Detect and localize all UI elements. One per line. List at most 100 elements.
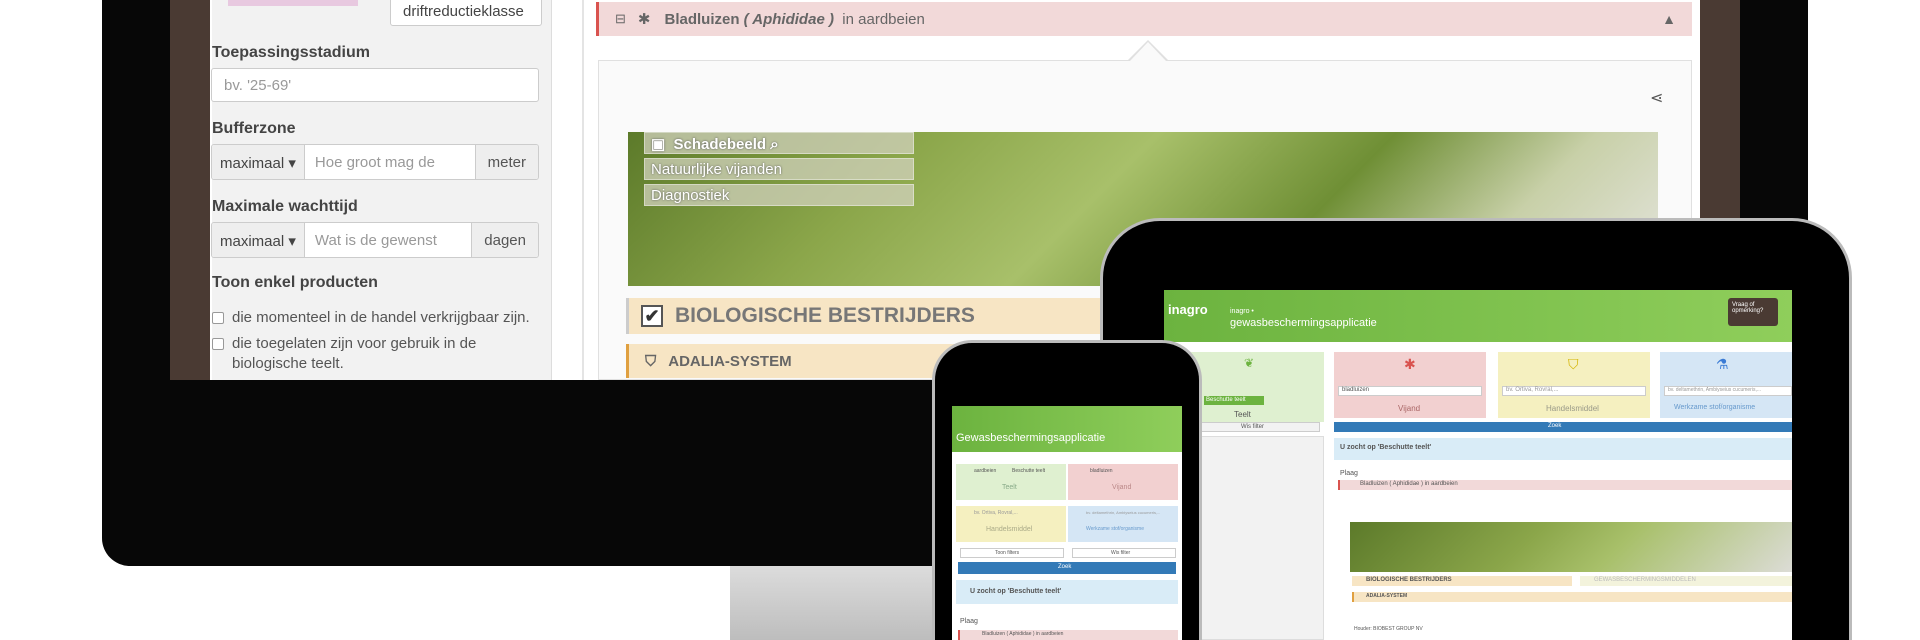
bug-icon: ✱ bbox=[637, 11, 651, 28]
main-divider bbox=[582, 0, 584, 380]
feedback-button[interactable]: Vraag of opmerking? bbox=[1728, 298, 1778, 326]
tablet-header: inagro inagro • gewasbeschermingsapplica… bbox=[1164, 290, 1792, 342]
buffer-select[interactable]: maximaal ▾ bbox=[212, 145, 305, 179]
image-icon: ▣ bbox=[651, 136, 666, 153]
tablet-gewas-bar[interactable]: GEWASBESCHERMINGSMIDDELEN bbox=[1580, 576, 1792, 586]
tablet-zoek-button[interactable]: Zoek bbox=[1334, 422, 1792, 432]
phone-werk-label: Werkzame stof/organisme bbox=[1086, 526, 1144, 532]
phone-search-note-text: U zocht op 'Beschutte teelt' bbox=[970, 588, 1062, 595]
tablet-handel-card[interactable]: ⛉ bv. Ortiva, Rovral,... Handelsmiddel bbox=[1498, 352, 1650, 418]
phone-plaag-label: Plaag bbox=[960, 618, 978, 625]
stage-input[interactable]: bv. '25-69' bbox=[211, 68, 539, 102]
phone-wis-filter[interactable]: Wis filter bbox=[1072, 548, 1176, 558]
phone-pest-text: Bladluizen ( Aphididae ) in aardbeien bbox=[982, 631, 1064, 637]
tablet-houder: Houder: BIOBEST GROUP NV bbox=[1354, 626, 1423, 632]
wait-select[interactable]: maximaal ▾ bbox=[212, 223, 305, 257]
buffer-label: Bufferzone bbox=[212, 120, 296, 137]
shield-icon: ⛉ bbox=[645, 352, 657, 370]
organic-label-1: die toegelaten zijn voor gebruik in de bbox=[232, 335, 477, 352]
buffer-unit: meter bbox=[474, 145, 538, 179]
wait-unit: dagen bbox=[471, 223, 538, 257]
tablet-logo: inagro bbox=[1168, 302, 1208, 317]
tablet-bio-bar[interactable]: BIOLOGISCHE BESTRIJDERS bbox=[1352, 576, 1572, 586]
wait-label: Maximale wachttijd bbox=[212, 198, 358, 215]
tablet-search-note-text: U zocht op 'Beschutte teelt' bbox=[1340, 444, 1432, 451]
tablet-product-text: ADALIA-SYSTEM bbox=[1366, 593, 1408, 599]
phone-teelt-select[interactable]: Beschutte teelt bbox=[1012, 468, 1045, 474]
color-swatch bbox=[228, 0, 358, 6]
buffer-group: maximaal ▾ Hoe groot mag de meter bbox=[211, 144, 539, 180]
tab-natuurlijke-vijanden[interactable]: Natuurlijke vijanden bbox=[644, 158, 914, 180]
phone-vijand-label: Vijand bbox=[1112, 484, 1132, 491]
tablet-teelt-label: Teelt bbox=[1234, 410, 1251, 419]
tab-schadebeeld[interactable]: ▣ Schadebeeld ⌕ bbox=[644, 132, 914, 154]
phone-pest-bar[interactable]: Bladluizen ( Aphididae ) in aardbeien bbox=[958, 630, 1178, 640]
tablet-gewas-text: GEWASBESCHERMINGSMIDDELEN bbox=[1594, 577, 1696, 583]
beschutte-label: Beschutte teelt bbox=[1206, 397, 1246, 403]
pest-name: Bladluizen bbox=[664, 10, 740, 28]
tablet-pest-text: Bladluizen ( Aphididae ) in aardbeien bbox=[1360, 481, 1458, 487]
phone-werk-box[interactable]: bv. deltamethrin, Ambiyseius cucumeris,.… bbox=[1068, 506, 1178, 542]
phone-zoek-button[interactable]: Zoek bbox=[958, 562, 1176, 574]
drift-reduction-button[interactable]: driftreductieklasse bbox=[390, 0, 542, 26]
tablet-handel-label: Handelsmiddel bbox=[1546, 404, 1599, 413]
tablet-plaag-label: Plaag bbox=[1340, 470, 1358, 477]
tablet-header-small: inagro • bbox=[1230, 308, 1254, 315]
phone-teelt-box[interactable]: aardbeien Beschutte teelt Teelt bbox=[956, 464, 1066, 500]
tablet-pest-bar[interactable]: Bladluizen ( Aphididae ) in aardbeien bbox=[1338, 480, 1792, 490]
bug-icon-tablet: ✱ bbox=[1404, 356, 1416, 372]
phone-toon-label: Toon filters bbox=[995, 550, 1020, 556]
tablet-werk-ph: bv. deltamethrin, Ambiyseius cucumeris,.… bbox=[1668, 387, 1761, 393]
share-icon[interactable]: ⋖ bbox=[1650, 88, 1663, 108]
phone-title: Gewasbeschermingsapplicatie bbox=[956, 432, 1106, 444]
wait-input[interactable]: Wat is de gewenst bbox=[304, 223, 472, 257]
tablet-wis-label: Wis filter bbox=[1241, 424, 1264, 430]
product-name: ADALIA-SYSTEM bbox=[668, 352, 792, 370]
bio-section-header[interactable]: ✔ BIOLOGISCHE BESTRIJDERS bbox=[626, 298, 1106, 334]
tablet-werk-card[interactable]: ⚗ bv. deltamethrin, Ambiyseius cucumeris… bbox=[1660, 352, 1792, 418]
phone-wis-label: Wis filter bbox=[1111, 550, 1131, 556]
tablet-wis-filter[interactable]: Wis filter bbox=[1200, 422, 1320, 432]
phone-zoek-label: Zoek bbox=[1058, 564, 1072, 570]
phone-handel-ph: bv. Ortiva, Rovral,... bbox=[974, 510, 1018, 516]
chevron-up-icon[interactable]: ▲ bbox=[1662, 11, 1676, 27]
tablet-vijand-label: Vijand bbox=[1398, 404, 1421, 413]
phone-werk-ph: bv. deltamethrin, Ambiyseius cucumeris,.… bbox=[1086, 510, 1161, 515]
phone-teelt-value: aardbeien bbox=[974, 468, 997, 474]
buffer-input[interactable]: Hoe groot mag de bbox=[304, 145, 475, 179]
flask-icon: ⚗ bbox=[1716, 356, 1729, 372]
shield-icon-tablet: ⛉ bbox=[1568, 356, 1579, 372]
tablet-product-bar[interactable]: ADALIA-SYSTEM bbox=[1352, 592, 1792, 602]
wait-group: maximaal ▾ Wat is de gewenst dagen bbox=[211, 222, 539, 258]
phone-toon-filters[interactable]: Toon filters bbox=[960, 548, 1064, 558]
phone-teelt-label: Teelt bbox=[1002, 484, 1017, 491]
pest-header[interactable]: ⊟ ✱ Bladluizen ( Aphididae ) in aardbeie… bbox=[596, 2, 1692, 36]
stage-label: Toepassingsstadium bbox=[212, 44, 370, 61]
tablet-vijand-card[interactable]: ✱ bladluizen Vijand bbox=[1334, 352, 1486, 418]
phone-header: Gewasbeschermingsapplicatie bbox=[952, 406, 1182, 452]
available-checkbox[interactable] bbox=[212, 312, 224, 324]
panel-pointer-inner bbox=[1130, 42, 1166, 61]
pest-context: in aardbeien bbox=[842, 10, 925, 28]
tablet-search-note: U zocht op 'Beschutte teelt' bbox=[1334, 438, 1792, 460]
tablet-handel-ph: bv. Ortiva, Rovral,... bbox=[1506, 387, 1559, 393]
pest-latin: ( Aphididae ) bbox=[743, 10, 834, 28]
zoom-icon: ⌕ bbox=[770, 136, 779, 153]
organic-label-2: biologische teelt. bbox=[232, 355, 344, 372]
show-only-label: Toon enkel producten bbox=[212, 274, 378, 291]
phone-handel-label: Handelsmiddel bbox=[986, 526, 1033, 533]
tablet-sidebar bbox=[1196, 436, 1324, 640]
tablet-leaf-photo bbox=[1350, 522, 1792, 572]
tablet-bio-text: BIOLOGISCHE BESTRIJDERS bbox=[1366, 577, 1452, 583]
phone-vijand-value: bladluizen bbox=[1090, 468, 1113, 474]
check-icon: ✔ bbox=[641, 305, 663, 327]
tablet-header-title: gewasbeschermingsapplicatie bbox=[1230, 317, 1377, 329]
tablet-werk-label: Werkzame stof/organisme bbox=[1674, 404, 1756, 411]
phone-handel-box[interactable]: bv. Ortiva, Rovral,... Handelsmiddel bbox=[956, 506, 1066, 542]
organic-checkbox[interactable] bbox=[212, 338, 224, 350]
available-label: die momenteel in de handel verkrijgbaar … bbox=[232, 309, 530, 326]
collapse-icon[interactable]: ⊟ bbox=[615, 11, 626, 27]
phone-vijand-box[interactable]: bladluizen Vijand bbox=[1068, 464, 1178, 500]
tab-diagnostiek[interactable]: Diagnostiek bbox=[644, 184, 914, 206]
leaf-icon: ❦ bbox=[1244, 356, 1255, 370]
